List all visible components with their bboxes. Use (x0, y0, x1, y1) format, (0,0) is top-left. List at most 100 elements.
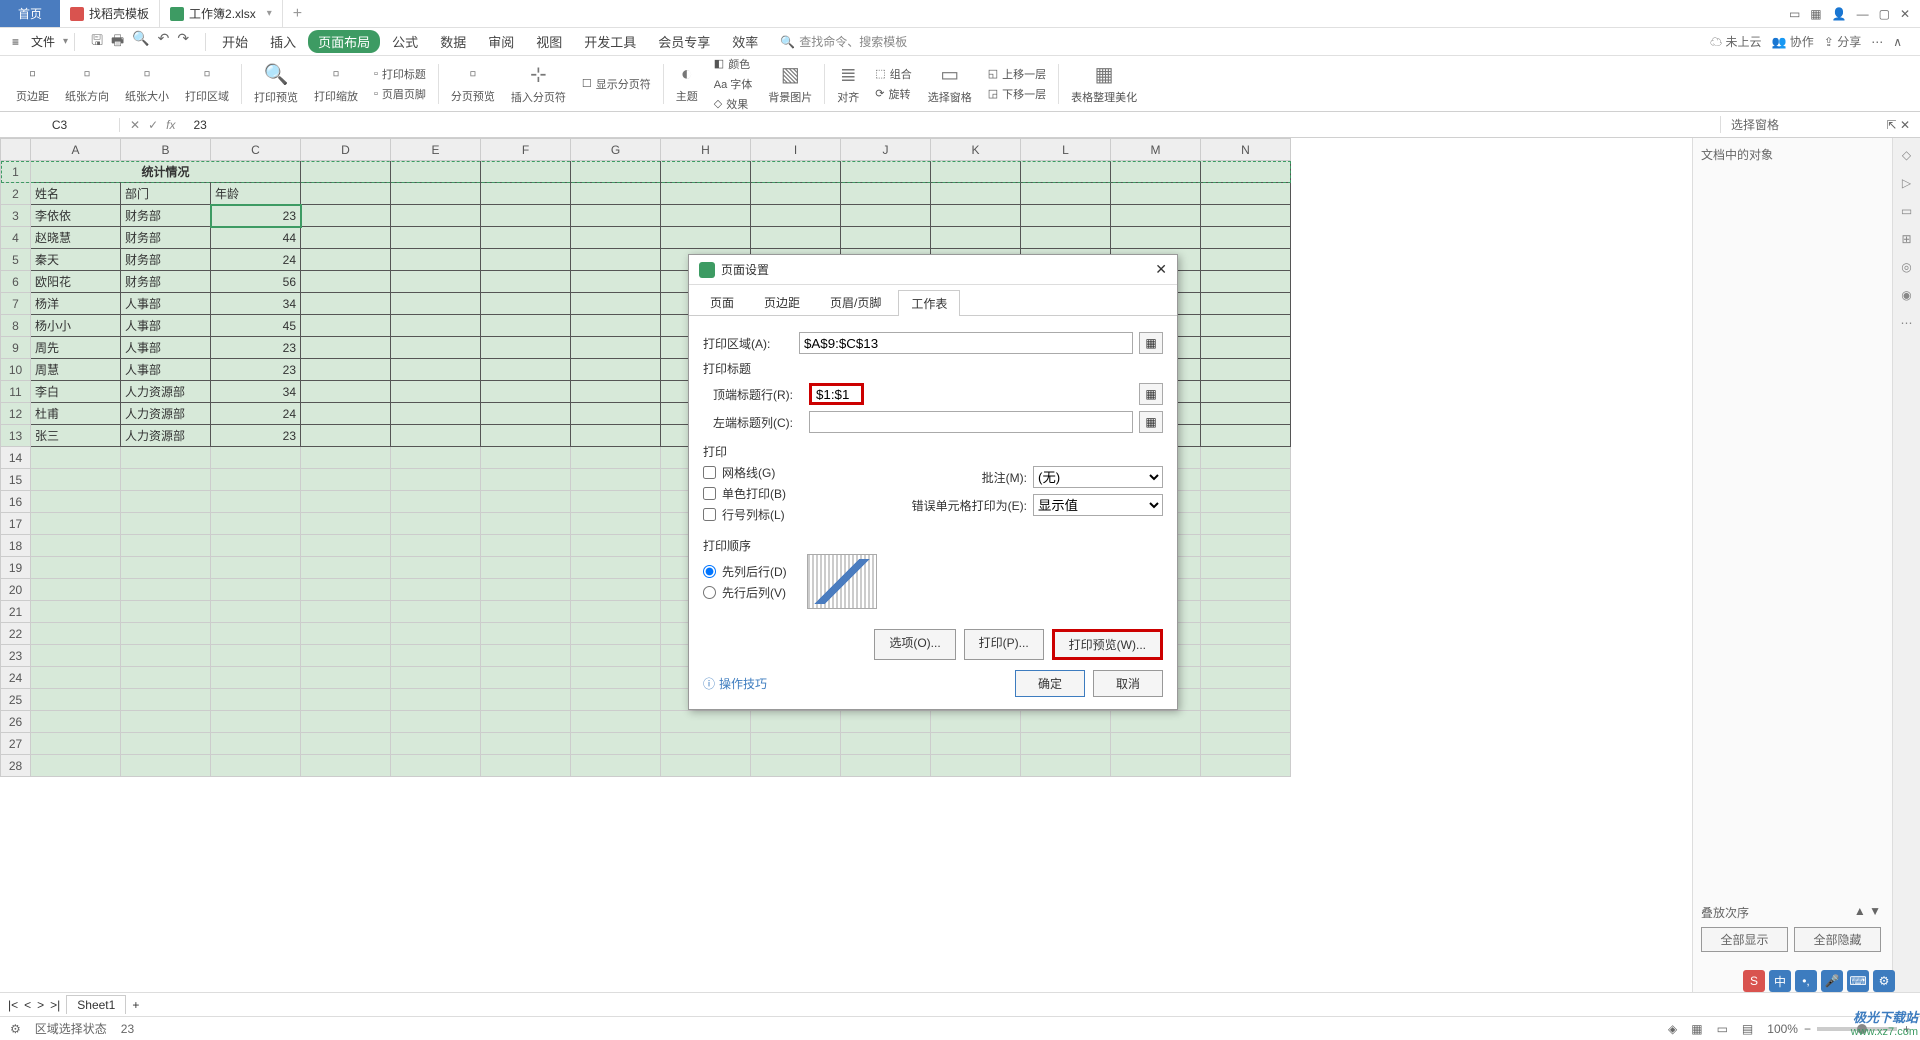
share-button[interactable]: ⇪ 分享 (1824, 33, 1861, 50)
range-select-button[interactable]: ▦ (1139, 411, 1163, 433)
range-select-button[interactable]: ▦ (1139, 383, 1163, 405)
zoom-in-icon[interactable]: + (1903, 1022, 1910, 1036)
col-header[interactable]: K (931, 139, 1021, 161)
preview-icon[interactable]: 🔍 (132, 30, 149, 54)
ribbon-page-break-preview[interactable]: ▫分页预览 (443, 63, 503, 104)
view-break-icon[interactable]: ▤ (1742, 1022, 1753, 1036)
sheet-add[interactable]: + (132, 998, 139, 1012)
user-icon[interactable]: 👤 (1832, 7, 1847, 21)
ribbon-rotate[interactable]: ⟳ 旋转 (875, 86, 911, 102)
undo-icon[interactable]: ↶ (158, 30, 170, 54)
tool-icon[interactable]: ⊞ (1901, 232, 1911, 246)
sheet-nav-last[interactable]: >| (50, 998, 60, 1012)
pane-pin-icon[interactable]: ⇱ (1887, 118, 1897, 132)
col-header[interactable]: H (661, 139, 751, 161)
menu-tab-data[interactable]: 数据 (430, 32, 476, 51)
menu-tab-member[interactable]: 会员专享 (648, 32, 720, 51)
save-icon[interactable]: 🖫 (91, 30, 103, 54)
hide-all-button[interactable]: 全部隐藏 (1794, 927, 1881, 952)
menu-tab-dev[interactable]: 开发工具 (574, 32, 646, 51)
show-all-button[interactable]: 全部显示 (1701, 927, 1788, 952)
redo-icon[interactable]: ↷ (177, 30, 189, 54)
grid-icon[interactable]: ▦ (1810, 7, 1821, 21)
order-down-over-radio[interactable] (703, 565, 716, 578)
tab-template[interactable]: 找稻壳模板 (60, 0, 160, 27)
ribbon-table-beautify[interactable]: ▦表格整理美化 (1063, 62, 1145, 105)
file-dropdown-icon[interactable]: ▾ (63, 36, 68, 47)
view-normal-icon[interactable]: ▦ (1691, 1022, 1702, 1036)
tool-icon[interactable]: ◇ (1902, 148, 1911, 162)
minimize-icon[interactable]: — (1857, 7, 1869, 21)
hamburger-icon[interactable]: ≡ (8, 35, 23, 49)
print-area-input[interactable] (799, 332, 1133, 354)
ime-toolbar[interactable]: S 中 •, 🎤 ⌨ ⚙ (1743, 970, 1895, 992)
col-header[interactable]: A (31, 139, 121, 161)
ok-button[interactable]: 确定 (1015, 670, 1085, 697)
ribbon-group-obj[interactable]: ⬚ 组合 (875, 66, 911, 82)
cancel-button[interactable]: 取消 (1093, 670, 1163, 697)
tab-dropdown-icon[interactable]: ▾ (267, 8, 272, 19)
bw-checkbox[interactable] (703, 487, 716, 500)
tool-icon[interactable]: ▭ (1901, 204, 1912, 218)
view-page-icon[interactable]: ▭ (1717, 1022, 1728, 1036)
zoom-slider[interactable] (1817, 1027, 1897, 1031)
tool-icon[interactable]: ▷ (1902, 176, 1911, 190)
ribbon-header-footer[interactable]: ▫ 页眉页脚 (374, 86, 426, 102)
pane-close-icon[interactable]: ✕ (1900, 118, 1910, 132)
gridlines-checkbox[interactable] (703, 466, 716, 479)
layout-icon[interactable]: ▭ (1789, 7, 1800, 21)
sheet-tab[interactable]: Sheet1 (66, 995, 126, 1014)
ime-voice-icon[interactable]: 🎤 (1821, 970, 1843, 992)
ribbon-margins[interactable]: ▫页边距 (8, 63, 57, 104)
ribbon-insert-break[interactable]: ⊹插入分页符 (503, 62, 574, 105)
options-button[interactable]: 选项(O)... (874, 629, 955, 660)
dialog-tab-sheet[interactable]: 工作表 (898, 290, 960, 316)
ribbon-colors[interactable]: ◧ 颜色 (714, 56, 753, 72)
col-header[interactable]: L (1021, 139, 1111, 161)
sheet-nav-prev[interactable]: < (24, 998, 31, 1012)
ribbon-fonts[interactable]: Aa 字体 (714, 76, 753, 92)
sheet-nav-first[interactable]: |< (8, 998, 18, 1012)
rowcol-checkbox[interactable] (703, 508, 716, 521)
ribbon-selection-pane[interactable]: ▭选择窗格 (920, 62, 980, 105)
menu-tab-insert[interactable]: 插入 (260, 32, 306, 51)
tab-add[interactable]: + (283, 5, 312, 23)
select-all-corner[interactable] (1, 139, 31, 161)
col-header[interactable]: J (841, 139, 931, 161)
dialog-tab-header[interactable]: 页眉/页脚 (817, 289, 894, 315)
more-icon[interactable]: ⋯ (1871, 35, 1883, 49)
tab-home[interactable]: 首页 (0, 0, 60, 27)
col-header[interactable]: G (571, 139, 661, 161)
ribbon-send-backward[interactable]: ◲ 下移一层 (988, 86, 1046, 102)
tool-icon[interactable]: ◉ (1901, 288, 1911, 302)
coop-button[interactable]: 👥 协作 (1772, 33, 1814, 50)
ribbon-orientation[interactable]: ▫纸张方向 (57, 63, 117, 104)
ime-kb-icon[interactable]: ⌨ (1847, 970, 1869, 992)
hint-link[interactable]: 操作技巧 (719, 675, 767, 692)
range-select-button[interactable]: ▦ (1139, 332, 1163, 354)
menu-tab-efficiency[interactable]: 效率 (722, 32, 768, 51)
ribbon-theme[interactable]: ◐主题 (668, 63, 706, 104)
tool-icon[interactable]: ◎ (1901, 260, 1911, 274)
menu-tab-review[interactable]: 审阅 (478, 32, 524, 51)
col-header[interactable]: M (1111, 139, 1201, 161)
cloud-status[interactable]: ☁ 未上云 (1710, 33, 1761, 50)
sheet-nav-next[interactable]: > (37, 998, 44, 1012)
ribbon-print-scale[interactable]: ▫打印缩放 (306, 63, 366, 104)
menu-file[interactable]: 文件 (25, 33, 61, 50)
dialog-tab-margins[interactable]: 页边距 (751, 289, 813, 315)
fx-confirm-icon[interactable]: ✓ (148, 118, 158, 132)
print-button[interactable]: 打印(P)... (964, 629, 1044, 660)
fx-icon[interactable]: fx (166, 118, 175, 132)
ribbon-bring-forward[interactable]: ◱ 上移一层 (988, 66, 1046, 82)
dialog-tab-page[interactable]: 页面 (697, 289, 747, 315)
zoom-out-icon[interactable]: − (1804, 1022, 1811, 1036)
ribbon-size[interactable]: ▫纸张大小 (117, 63, 177, 104)
dialog-close-icon[interactable]: ✕ (1155, 261, 1167, 278)
ribbon-print-titles[interactable]: ▫ 打印标题 (374, 66, 426, 82)
command-search[interactable]: 🔍 查找命令、搜索模板 (770, 33, 917, 50)
tool-icon[interactable]: ⋯ (1901, 316, 1913, 330)
print-icon[interactable]: 🖶 (111, 30, 124, 54)
ime-punct-icon[interactable]: •, (1795, 970, 1817, 992)
tab-workbook[interactable]: 工作簿2.xlsx ▾ (160, 0, 283, 27)
